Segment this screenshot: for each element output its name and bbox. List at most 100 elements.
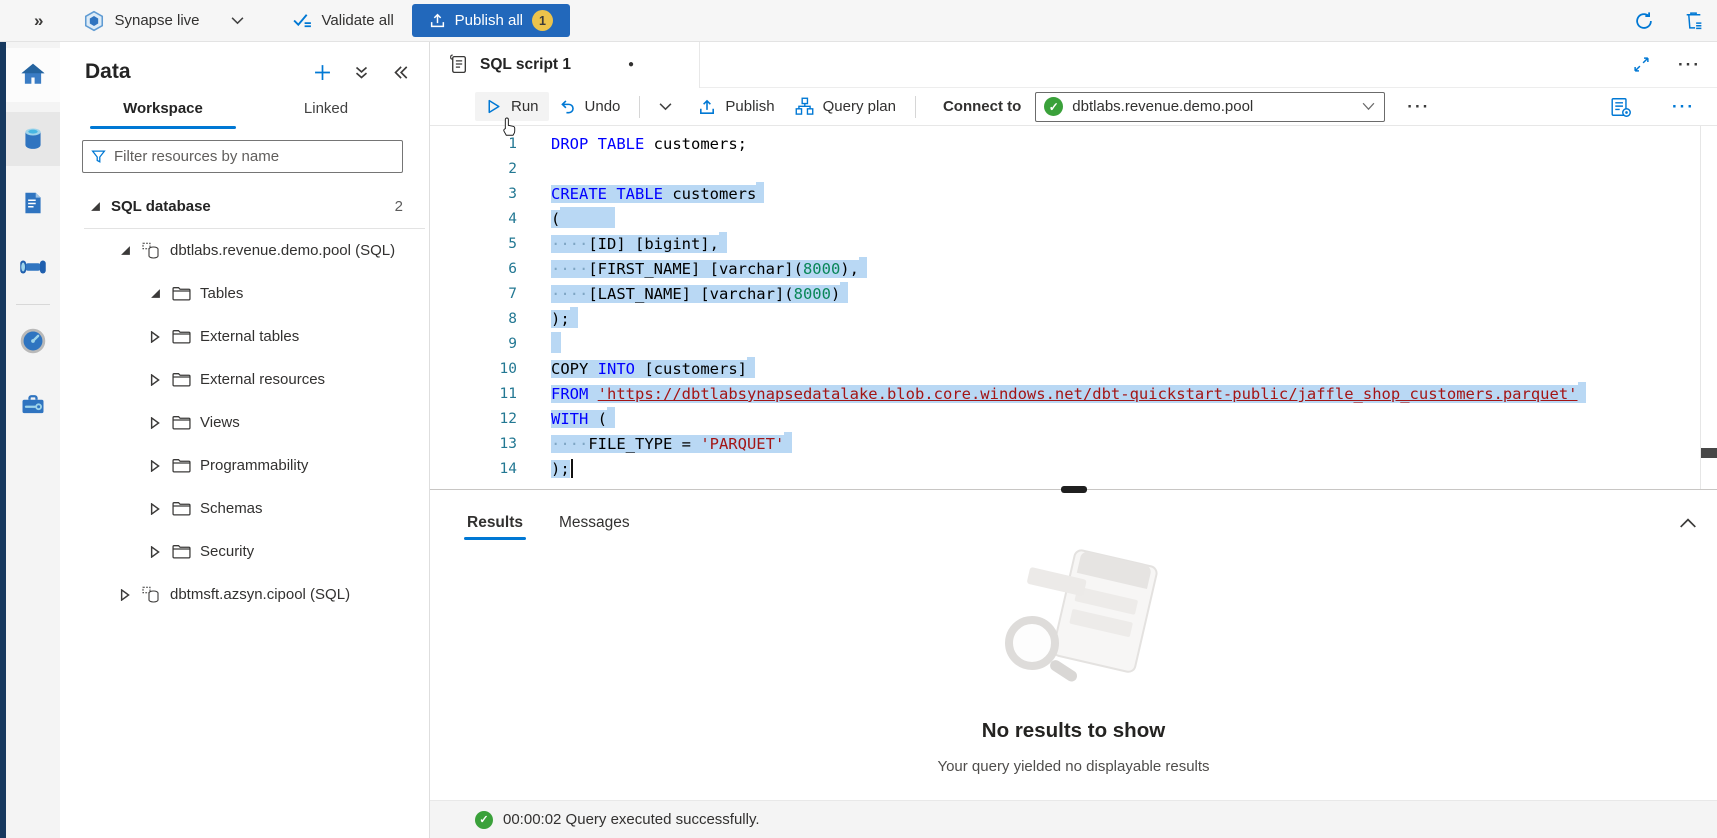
code-line-6[interactable]: 6····[FIRST_NAME] [varchar](8000), (430, 257, 1717, 282)
pool-name: dbtlabs.revenue.demo.pool (1072, 98, 1253, 115)
tab-linked[interactable]: Linked (271, 100, 381, 129)
trash-icon[interactable] (1684, 10, 1703, 31)
editor-more-ellipsis-icon[interactable]: ··· (1672, 97, 1695, 117)
code-line-8[interactable]: 8); (430, 307, 1717, 332)
results-pane-header: Results Messages (430, 489, 1717, 545)
nav-home[interactable] (6, 48, 60, 102)
tree-item-programmability[interactable]: Programmability (60, 444, 429, 487)
caret-collapsed-icon[interactable] (148, 417, 162, 429)
code-line-11[interactable]: 11FROM 'https://dbtlabsynapsedatalake.bl… (430, 382, 1717, 407)
nav-manage-toolbox[interactable] (6, 378, 60, 432)
tree-item-security[interactable]: Security (60, 530, 429, 573)
double-chevron-right-icon[interactable]: » (34, 11, 41, 31)
code-line-10[interactable]: 10COPY INTO [customers] (430, 357, 1717, 382)
tab-workspace[interactable]: Workspace (90, 100, 236, 129)
tree-item-label: Tables (200, 285, 243, 302)
filter-box (82, 140, 403, 173)
tab-sql-script-1[interactable]: SQL script 1 ● (430, 42, 700, 88)
tree-item-sql-database[interactable]: SQL database2 (60, 185, 429, 228)
caret-collapsed-icon[interactable] (148, 331, 162, 343)
tree-item-dbtlabs-revenue-demo-pool-sql[interactable]: dbtlabs.revenue.demo.pool (SQL) (60, 229, 429, 272)
nav-data-database[interactable] (6, 112, 60, 166)
editor-scrollbar-thumb[interactable] (1701, 448, 1717, 458)
sql-code-editor[interactable]: 1DROP TABLE customers;23CREATE TABLE cus… (430, 126, 1717, 489)
collapse-results-chevron-up-icon[interactable] (1679, 517, 1697, 529)
tree-item-label: Security (200, 543, 254, 560)
data-panel-tabs: Workspace Linked (60, 100, 429, 129)
line-number: 6 (430, 257, 517, 282)
query-plan-icon (795, 97, 814, 116)
editor-toolbar: Run Undo Publish (430, 88, 1717, 126)
publish-count-badge: 1 (532, 10, 553, 31)
caret-expanded-icon[interactable] (118, 245, 132, 256)
caret-collapsed-icon[interactable] (148, 503, 162, 515)
code-text: ····[FIRST_NAME] [varchar](8000), (517, 257, 867, 282)
connect-to-pool-dropdown[interactable]: ✓ dbtlabs.revenue.demo.pool (1035, 92, 1385, 122)
code-line-5[interactable]: 5····[ID] [bigint], (430, 232, 1717, 257)
pane-splitter-handle[interactable] (1061, 486, 1087, 493)
tab-results[interactable]: Results (464, 514, 526, 545)
synapse-live-selector[interactable]: Synapse live (83, 10, 243, 32)
validate-all-button[interactable]: Validate all (292, 12, 394, 29)
tab-more-ellipsis-icon[interactable]: ··· (1678, 55, 1701, 75)
run-button[interactable]: Run (475, 92, 549, 121)
tree-item-external-tables[interactable]: External tables (60, 315, 429, 358)
caret-collapsed-icon[interactable] (148, 460, 162, 472)
integrate-pipeline-icon (18, 252, 48, 282)
toolbar-more-ellipsis-icon[interactable]: ··· (1407, 97, 1430, 117)
tree-item-dbtmsft-azsyn-cipool-sql[interactable]: dbtmsft.azsyn.cipool (SQL) (60, 573, 429, 616)
tree-item-label: External tables (200, 328, 299, 345)
query-plan-button[interactable]: Query plan (785, 91, 906, 122)
publish-button[interactable]: Publish (688, 92, 784, 122)
undo-button[interactable]: Undo (549, 92, 631, 121)
caret-collapsed-icon[interactable] (118, 589, 132, 601)
refresh-icon[interactable] (1634, 11, 1654, 31)
caret-expanded-icon[interactable] (88, 201, 102, 212)
home-icon (18, 60, 48, 90)
tab-messages[interactable]: Messages (556, 514, 633, 545)
caret-expanded-icon[interactable] (148, 288, 162, 299)
tree-item-views[interactable]: Views (60, 401, 429, 444)
code-line-9[interactable]: 9 (430, 332, 1717, 357)
code-line-1[interactable]: 1DROP TABLE customers; (430, 132, 1717, 157)
expand-editor-icon[interactable] (1633, 56, 1650, 73)
left-nav-rail (0, 42, 60, 838)
connect-to-label: Connect to (943, 98, 1021, 115)
nav-integrate-pipeline[interactable] (6, 240, 60, 294)
filter-resources-input[interactable] (114, 148, 394, 165)
nav-develop-document[interactable] (6, 176, 60, 230)
code-line-2[interactable]: 2 (430, 157, 1717, 182)
line-number: 2 (430, 157, 517, 182)
tree-item-label: dbtlabs.revenue.demo.pool (SQL) (170, 242, 395, 259)
tab-title: SQL script 1 (480, 56, 571, 74)
expand-all-icon[interactable] (350, 61, 372, 83)
code-line-12[interactable]: 12WITH ( (430, 407, 1717, 432)
script-settings-icon[interactable] (1610, 96, 1632, 118)
toolbar-divider (639, 96, 640, 118)
collapse-panel-icon[interactable] (389, 61, 411, 83)
code-text: ); (517, 307, 578, 332)
code-line-4[interactable]: 4( (430, 207, 1717, 232)
code-line-7[interactable]: 7····[LAST_NAME] [varchar](8000) (430, 282, 1717, 307)
tree-item-schemas[interactable]: Schemas (60, 487, 429, 530)
line-number: 3 (430, 182, 517, 207)
code-text: FROM 'https://dbtlabsynapsedatalake.blob… (517, 382, 1586, 407)
sql-pool-icon (141, 241, 161, 261)
tree-item-tables[interactable]: Tables (60, 272, 429, 315)
code-line-14[interactable]: 14); (430, 457, 1717, 482)
code-line-3[interactable]: 3CREATE TABLE customers (430, 182, 1717, 207)
folder-icon (171, 286, 191, 301)
publish-all-button[interactable]: Publish all 1 (412, 4, 570, 37)
undo-redo-dropdown[interactable] (649, 96, 682, 117)
nav-monitor-gauge[interactable] (6, 314, 60, 368)
caret-collapsed-icon[interactable] (148, 374, 162, 386)
add-icon[interactable] (311, 61, 333, 83)
line-number: 9 (430, 332, 517, 357)
caret-collapsed-icon[interactable] (148, 546, 162, 558)
tree-item-label: Schemas (200, 500, 263, 517)
code-line-13[interactable]: 13····FILE_TYPE = 'PARQUET' (430, 432, 1717, 457)
code-text: WITH ( (517, 407, 615, 432)
tree-item-external-resources[interactable]: External resources (60, 358, 429, 401)
code-text: ); (517, 457, 573, 482)
publish-label: Publish (725, 98, 774, 115)
